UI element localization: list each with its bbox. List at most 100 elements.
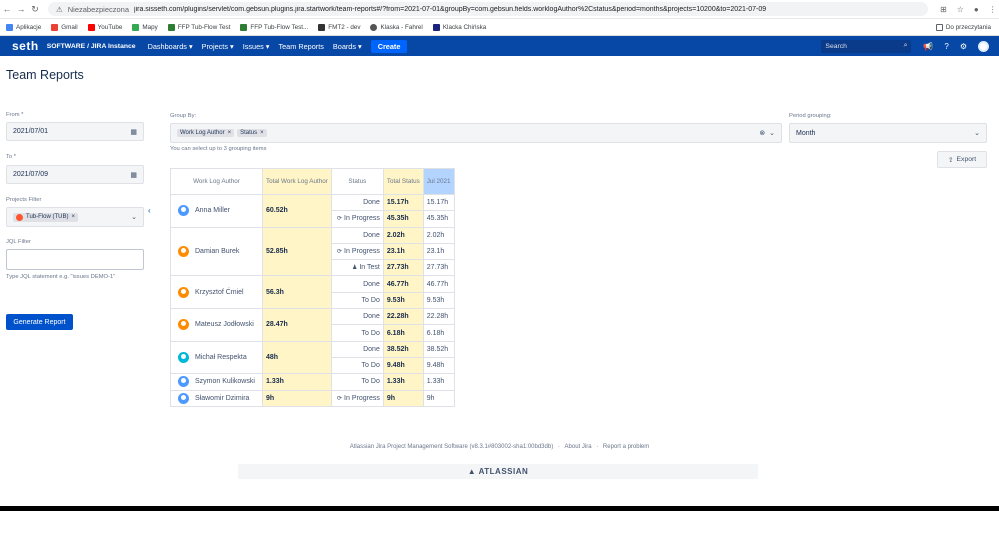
header-author[interactable]: Work Log Author [170, 168, 263, 195]
ffp-icon [167, 23, 175, 31]
status-cell: To Do [330, 373, 384, 391]
period-value-cell: 22.28h [422, 308, 455, 326]
group-tag-author[interactable]: Work Log Author × [177, 129, 235, 137]
remove-tag-icon[interactable]: × [228, 130, 232, 136]
back-icon[interactable]: ← [0, 4, 14, 14]
jql-filter-label: JQL Filter [6, 239, 31, 245]
header-status[interactable]: Status [330, 168, 384, 195]
status-total-cell: 46.77h [382, 275, 424, 293]
star-icon[interactable]: ☆ [957, 5, 964, 14]
author-name[interactable]: Anna Miller [195, 207, 230, 214]
reload-icon[interactable]: ↻ [28, 4, 42, 15]
search-input[interactable]: Search ⌕ [821, 39, 912, 53]
avatar[interactable] [978, 40, 989, 52]
header-total-author[interactable]: Total Work Log Author [262, 168, 332, 195]
status-label: In Progress [344, 248, 380, 256]
status-cell: ♟ In Test [330, 259, 384, 277]
author-wrapper: Krzysztof Ćmiel [174, 286, 259, 298]
remove-tag-icon[interactable]: × [71, 214, 75, 220]
footer: Atlassian Jira Project Management Softwa… [349, 444, 650, 450]
reading-list[interactable]: Do przeczytania [935, 23, 991, 31]
avatar [178, 392, 189, 404]
author-name[interactable]: Szymon Kulikowski [195, 378, 255, 385]
group-by-hint: You can select up to 3 grouping items [170, 146, 267, 152]
jql-filter-input[interactable] [6, 249, 144, 270]
status-total-cell: 22.28h [382, 308, 424, 326]
status-label: Done [363, 231, 380, 239]
author-name[interactable]: Mateusz Jodłowski [195, 321, 254, 328]
status-total-cell: 9.53h [382, 291, 424, 310]
translate-icon[interactable]: ⊞ [940, 5, 947, 14]
instance-name[interactable]: SOFTWARE / JIRA Instance [47, 43, 136, 50]
header-total-status[interactable]: Total Status [382, 168, 424, 195]
status-total-cell: 15.17h [382, 193, 424, 212]
bookmark-ffp1[interactable]: FFP Tub-Flow Test [167, 23, 230, 31]
footer-about-link[interactable]: About Jira [565, 444, 592, 450]
period-grouping-select[interactable]: Month ⌄ [789, 123, 987, 143]
nav-dashboards[interactable]: Dashboards ▾ [148, 42, 193, 51]
bookmark-apps[interactable]: Aplikacje [6, 23, 41, 31]
seth-logo[interactable]: seth [12, 39, 39, 53]
forward-icon[interactable]: → [14, 4, 28, 14]
help-icon[interactable]: ? [944, 42, 948, 51]
export-button[interactable]: ⇪ Export [937, 151, 987, 168]
header-period[interactable]: Jul 2021 [422, 168, 455, 195]
generate-report-button[interactable]: Generate Report [6, 314, 73, 330]
remove-tag-icon[interactable]: × [260, 130, 264, 136]
status-label: In Progress [344, 215, 380, 223]
nav-team-reports[interactable]: Team Reports [278, 42, 323, 51]
calendar-icon[interactable]: ▦ [130, 128, 137, 136]
project-tag[interactable]: Tub-Flow (TUB) × [13, 212, 78, 222]
table-row: Damian Burek 52.85h Done 2.02h 2.02h [170, 226, 455, 277]
author-name[interactable]: Damian Burek [195, 248, 239, 255]
status-label: To Do [361, 362, 380, 370]
author-total-cell: 9h [262, 389, 332, 407]
status-label: Done [363, 199, 380, 207]
address-bar[interactable]: ⚠ Niezabezpieczona jira.sisseth.com/plug… [48, 2, 928, 16]
author-name[interactable]: Sławomir Dzimira [195, 395, 249, 402]
nav-boards[interactable]: Boards ▾ [333, 42, 362, 51]
bookmark-maps[interactable]: Mapy [132, 23, 158, 31]
globe-icon [370, 23, 378, 31]
projects-filter-select[interactable]: Tub-Flow (TUB) × ⌄ [6, 207, 144, 227]
avatar [178, 351, 189, 363]
author-wrapper: Damian Burek [174, 246, 259, 258]
projects-filter-label: Projects Filter [6, 197, 42, 203]
author-total-cell: 56.3h [262, 275, 332, 310]
table-header-row: Work Log Author Total Work Log Author St… [170, 168, 455, 195]
from-date-field[interactable]: 2021/07/01 ▦ [6, 122, 144, 141]
status-cell: Done [330, 226, 384, 244]
author-name[interactable]: Michał Respekta [195, 354, 247, 361]
page-title: Team Reports [6, 68, 84, 82]
author-cell: Michał Respekta [170, 340, 263, 375]
nav-projects[interactable]: Projects ▾ [202, 42, 234, 51]
megaphone-icon[interactable]: 📢 [923, 42, 933, 51]
status-label: In Test [359, 264, 380, 272]
bookmark-fmt2[interactable]: FMT2 - dev [318, 23, 360, 31]
jql-hint: Type JQL statement e.g. "issues DEMO-1" [6, 274, 116, 280]
period-value-cell: 2.02h [422, 226, 455, 244]
bookmark-klaska[interactable]: Klaska - Fahrel [370, 23, 423, 31]
period-value-cell: 45.35h [422, 210, 455, 228]
create-button[interactable]: Create [370, 39, 408, 53]
group-tag-status[interactable]: Status × [237, 129, 267, 137]
fmt-icon [318, 23, 326, 31]
chevron-down-icon[interactable]: ⌄ [131, 213, 137, 221]
bookmark-klacka[interactable]: Klacka Chińska [432, 23, 486, 31]
author-name[interactable]: Krzysztof Ćmiel [195, 289, 244, 296]
profile-icon[interactable]: ● [974, 5, 979, 14]
gear-icon[interactable]: ⚙ [960, 42, 967, 51]
footer-report-link[interactable]: Report a problem [603, 444, 649, 450]
clear-icon[interactable]: ⊗ ⌄ [759, 129, 775, 137]
collapse-sidebar-icon[interactable]: ‹ [148, 206, 151, 215]
group-by-select[interactable]: Work Log Author × Status × ⊗ ⌄ [170, 123, 782, 143]
menu-icon[interactable]: ⋮ [989, 5, 997, 14]
to-date-field[interactable]: 2021/07/09 ▦ [6, 165, 144, 184]
bookmark-youtube[interactable]: YouTube [87, 23, 122, 31]
table-row: Michał Respekta 48h Done 38.52h 38.52h [170, 340, 455, 375]
calendar-icon[interactable]: ▦ [130, 171, 137, 179]
nav-issues[interactable]: Issues ▾ [243, 42, 270, 51]
bookmark-gmail[interactable]: Gmail [51, 23, 78, 31]
url-text[interactable]: jira.sisseth.com/plugins/servlet/com.geb… [134, 6, 766, 13]
bookmark-ffp2[interactable]: FFP Tub-Flow Test... [240, 23, 308, 31]
